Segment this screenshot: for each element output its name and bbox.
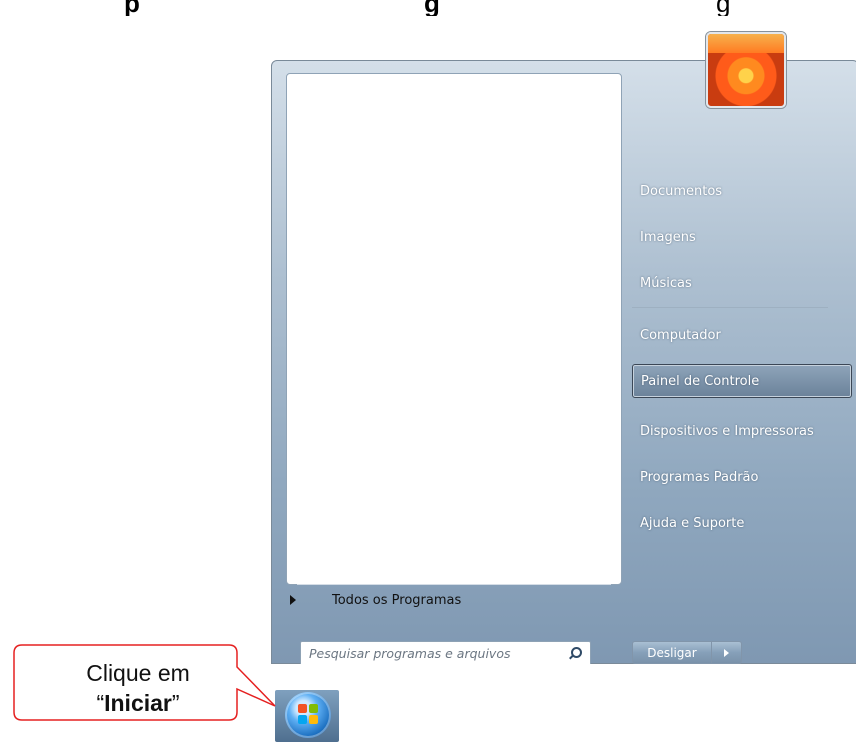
callout-line-2: “Iniciar”	[40, 688, 236, 718]
triangle-right-icon	[290, 595, 296, 605]
callout-strong: Iniciar	[104, 690, 172, 716]
menu-item-label: Painel de Controle	[641, 373, 760, 389]
header-fragment-3: g	[716, 0, 731, 16]
shutdown-button[interactable]: Desligar	[632, 641, 712, 664]
taskbar-area	[271, 664, 856, 742]
menu-item-label: Documentos	[640, 183, 723, 199]
user-avatar[interactable]	[706, 32, 786, 108]
search-placeholder: Pesquisar programas e arquivos	[309, 646, 511, 661]
shutdown-label: Desligar	[647, 645, 697, 660]
menu-item-control-panel[interactable]: Painel de Controle	[632, 364, 852, 398]
right-divider	[632, 307, 828, 308]
page-header-text: p g g	[0, 0, 856, 16]
menu-item-label: Ajuda e Suporte	[640, 515, 745, 531]
menu-item-images[interactable]: Imagens	[632, 220, 852, 254]
all-programs-button[interactable]: Todos os Programas	[290, 586, 590, 614]
menu-item-help-support[interactable]: Ajuda e Suporte	[632, 506, 852, 540]
shutdown-options-button[interactable]	[712, 641, 742, 664]
menu-item-label: Programas Padrão	[640, 469, 759, 485]
start-button[interactable]	[275, 690, 339, 742]
search-icon	[568, 646, 582, 661]
windows-orb-icon	[285, 692, 331, 738]
shutdown-group: Desligar	[632, 641, 742, 664]
programs-divider	[297, 584, 611, 585]
menu-item-label: Dispositivos e Impressoras	[640, 423, 814, 439]
menu-item-label: Imagens	[640, 229, 696, 245]
triangle-right-icon	[724, 648, 729, 657]
callout-line-1: Clique em	[86, 660, 190, 686]
programs-pane	[286, 73, 622, 585]
menu-item-music[interactable]: Músicas	[632, 266, 852, 300]
menu-item-devices-printers[interactable]: Dispositivos e Impressoras	[632, 414, 852, 448]
header-fragment-1: p	[124, 0, 140, 16]
menu-item-default-programs[interactable]: Programas Padrão	[632, 460, 852, 494]
windows-logo-icon	[298, 704, 318, 724]
all-programs-label: Todos os Programas	[332, 592, 462, 608]
menu-item-label: Músicas	[640, 275, 692, 291]
search-input[interactable]: Pesquisar programas e arquivos	[300, 641, 591, 666]
callout-text: Clique em “Iniciar”	[40, 658, 236, 718]
menu-item-label: Computador	[640, 327, 721, 343]
quote-close: ”	[171, 690, 180, 716]
menu-item-computer[interactable]: Computador	[632, 318, 852, 352]
header-fragment-2: g	[424, 0, 440, 16]
start-menu: Todos os Programas Pesquisar programas e…	[271, 32, 856, 666]
quote-open: “	[96, 690, 105, 716]
menu-item-documents[interactable]: Documentos	[632, 174, 852, 208]
